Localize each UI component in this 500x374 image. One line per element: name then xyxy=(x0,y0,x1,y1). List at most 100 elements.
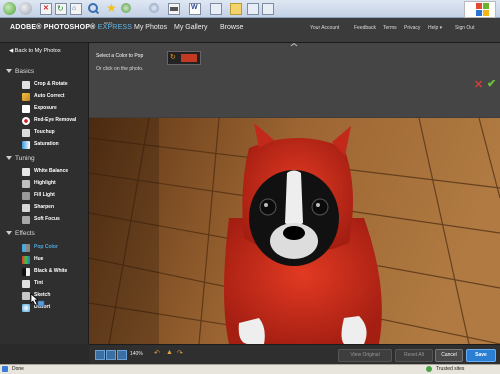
soft-focus-icon xyxy=(22,216,30,224)
discuss-icon[interactable] xyxy=(210,3,222,15)
back-to-my-photos-link[interactable]: ◀ Back to My Photos xyxy=(9,48,61,54)
collapse-triangle-icon xyxy=(6,231,12,236)
nav-browse[interactable]: Browse xyxy=(220,24,243,31)
collapse-triangle-icon xyxy=(6,69,12,74)
nav-feedback[interactable]: Feedback xyxy=(354,25,376,31)
view-original-button[interactable]: View Original xyxy=(338,349,392,362)
section-tuning[interactable]: Tuning xyxy=(6,155,35,162)
tool-hue[interactable]: Hue xyxy=(22,255,86,265)
status-done: Done xyxy=(12,366,24,372)
print-icon[interactable] xyxy=(168,3,180,15)
section-effects-title: Effects xyxy=(15,230,35,237)
color-swatch-picker[interactable]: ↻ xyxy=(167,51,201,65)
save-button[interactable]: Save xyxy=(466,349,496,362)
pop-color-icon xyxy=(22,244,30,252)
browser-toolbar: ✕ ↻ ⌂ ★ W xyxy=(0,0,500,18)
crop-icon xyxy=(22,81,30,89)
black-white-icon xyxy=(22,268,30,276)
nav-my-gallery[interactable]: My Gallery xyxy=(174,24,207,31)
collapse-handle-icon[interactable] xyxy=(289,43,299,47)
refresh-icon[interactable]: ↻ xyxy=(55,3,67,15)
section-basics[interactable]: Basics xyxy=(6,68,34,75)
nav-help[interactable]: Help ▾ xyxy=(428,25,442,31)
app-logo[interactable]: ADOBE® PHOTOSHOP® EXPRESS BETA xyxy=(10,21,133,31)
stop-icon[interactable]: ✕ xyxy=(40,3,52,15)
cancel-changes-icon[interactable]: ✕ xyxy=(474,78,483,91)
undo-icon[interactable]: ↶ xyxy=(154,349,160,357)
nav-your-account[interactable]: Your Account xyxy=(310,25,339,31)
reset-all-button[interactable]: Reset All xyxy=(395,349,433,362)
tool-sharpen[interactable]: Sharpen xyxy=(22,203,86,213)
editor-footer: 140% ↶ ▲ ↷ View Original Reset All Cance… xyxy=(89,344,500,364)
tool-red-eye-removal[interactable]: Red-Eye Removal xyxy=(22,116,86,126)
tool-fill-light[interactable]: Fill Light xyxy=(22,191,86,201)
zoom-view-icon[interactable] xyxy=(117,350,127,360)
apply-changes-icon[interactable]: ✔ xyxy=(487,77,496,90)
redo-icon[interactable]: ↷ xyxy=(177,349,183,357)
app-header: ADOBE® PHOTOSHOP® EXPRESS BETA My Photos… xyxy=(0,18,500,43)
tool-pop-color[interactable]: Pop Color xyxy=(22,243,86,253)
logo-express: EXPRESS xyxy=(97,24,133,31)
nav-terms[interactable]: Terms xyxy=(383,25,397,31)
collapse-triangle-icon xyxy=(6,156,12,161)
tool-auto-correct[interactable]: Auto Correct xyxy=(22,92,86,102)
tool-label: Fill Light xyxy=(34,192,55,198)
white-balance-icon xyxy=(22,168,30,176)
select-color-instruction: Select a Color to Pop xyxy=(96,53,144,59)
hand-cursor-icon xyxy=(30,293,45,307)
history-icon[interactable] xyxy=(121,3,131,13)
wand-icon xyxy=(22,93,30,101)
fill-light-icon xyxy=(22,192,30,200)
logo-beta: BETA xyxy=(104,21,113,25)
tint-icon xyxy=(22,280,30,288)
tool-soft-focus[interactable]: Soft Focus xyxy=(22,215,86,225)
tool-exposure[interactable]: Exposure xyxy=(22,104,86,114)
tool-label: Highlight xyxy=(34,180,56,186)
page-icon xyxy=(2,366,8,372)
section-effects[interactable]: Effects xyxy=(6,230,35,237)
tool-label: Sharpen xyxy=(34,204,55,210)
photo-canvas[interactable] xyxy=(89,118,500,344)
tool-label: Black & White xyxy=(34,268,68,274)
fit-view-icon[interactable] xyxy=(95,350,105,360)
section-tuning-title: Tuning xyxy=(15,155,35,162)
back-arrow-icon[interactable] xyxy=(3,2,16,15)
home-icon[interactable]: ⌂ xyxy=(70,3,82,15)
eye-icon xyxy=(22,117,30,125)
editor-area: Select a Color to Pop ↻ Or click on the … xyxy=(89,43,500,344)
windows-logo-icon xyxy=(464,1,496,18)
tool-highlight[interactable]: Highlight xyxy=(22,179,86,189)
forward-arrow-icon[interactable] xyxy=(19,2,32,15)
sharpen-icon xyxy=(22,204,30,212)
saturation-icon xyxy=(22,141,30,149)
reset-swatch-icon[interactable]: ↻ xyxy=(170,54,178,62)
up-arrow-icon[interactable]: ▲ xyxy=(166,349,173,356)
selected-color-swatch[interactable] xyxy=(181,54,197,62)
tool-tint[interactable]: Tint xyxy=(22,279,86,289)
tool-label: Tint xyxy=(34,280,44,286)
nav-my-photos[interactable]: My Photos xyxy=(134,24,167,31)
click-photo-instruction: Or click on the photo. xyxy=(96,66,144,72)
actual-size-icon[interactable] xyxy=(106,350,116,360)
tool-label: Pop Color xyxy=(34,244,58,250)
edit-icon[interactable]: W xyxy=(189,3,201,15)
brush-icon xyxy=(22,129,30,137)
folders-icon[interactable] xyxy=(230,3,242,15)
nav-privacy[interactable]: Privacy xyxy=(404,25,420,31)
zoom-level: 140% xyxy=(130,351,143,357)
search-icon[interactable] xyxy=(88,3,100,15)
tool-label: Saturation xyxy=(34,141,59,147)
cancel-button[interactable]: Cancel xyxy=(435,349,463,362)
tool-black-white[interactable]: Black & White xyxy=(22,267,86,277)
nav-sign-out[interactable]: Sign Out xyxy=(455,25,474,31)
logo-main: ADOBE® PHOTOSHOP® xyxy=(10,24,96,31)
mail-icon[interactable] xyxy=(149,3,159,13)
favorites-star-icon[interactable]: ★ xyxy=(106,2,117,14)
tool-touchup[interactable]: Touchup xyxy=(22,128,86,138)
tool-label: Soft Focus xyxy=(34,216,60,222)
tool-white-balance[interactable]: White Balance xyxy=(22,167,86,177)
research-icon[interactable] xyxy=(262,3,274,15)
messenger-icon[interactable] xyxy=(247,3,259,15)
tool-crop-rotate[interactable]: Crop & Rotate xyxy=(22,80,86,90)
tool-saturation[interactable]: Saturation xyxy=(22,140,86,150)
